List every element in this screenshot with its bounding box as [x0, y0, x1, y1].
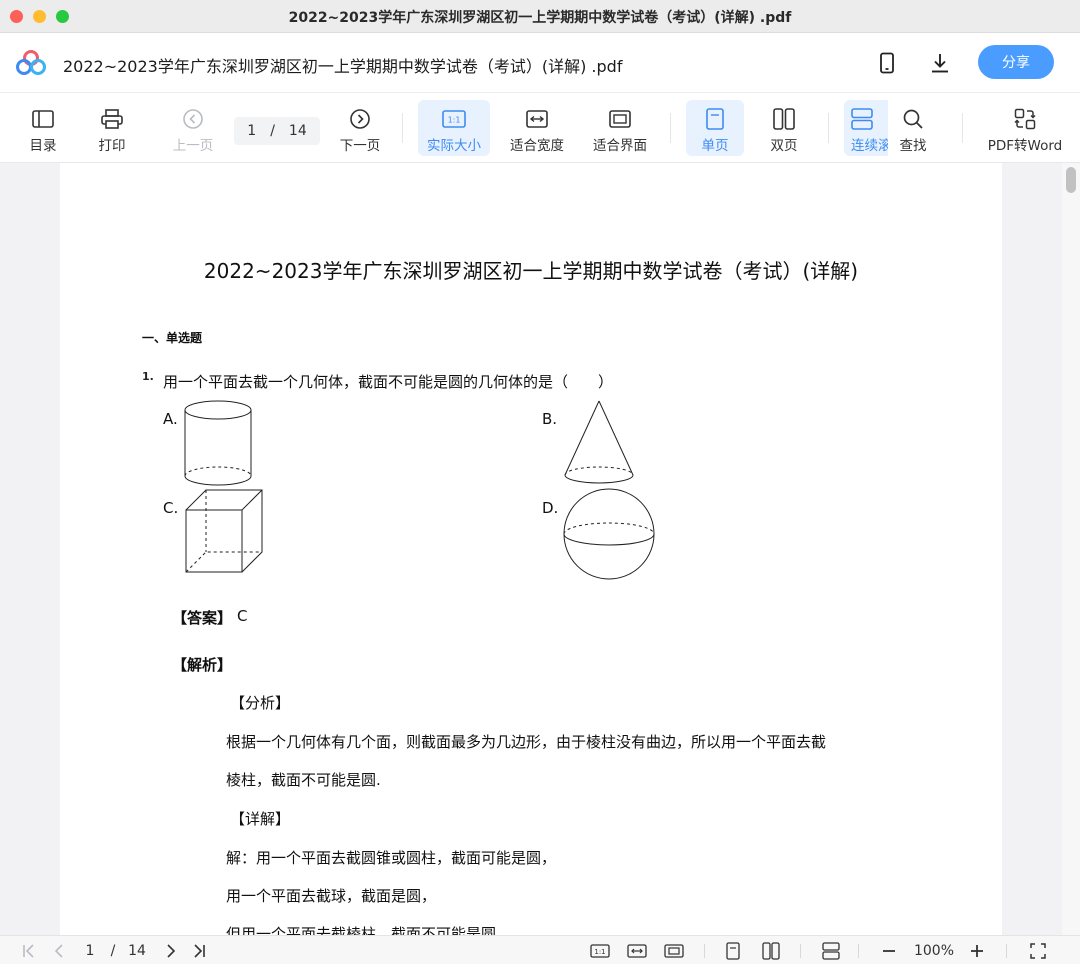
toolbar-divider [962, 113, 963, 143]
toolbar-divider [402, 113, 403, 143]
continuous-scroll-icon [851, 106, 873, 132]
current-page: 1 [247, 123, 257, 139]
print-button[interactable]: 打印 [90, 100, 134, 156]
total-pages: 14 [288, 123, 307, 139]
double-page-icon [773, 106, 795, 132]
find-button[interactable]: 查找 [891, 100, 935, 156]
pdf-title: 2022~2023学年广东深圳罗湖区初一上学期期中数学试卷（考试）(详解) [203, 259, 859, 283]
detail-line-2: 用一个平面去截球，截面是圆， [226, 887, 437, 905]
next-page-button[interactable]: 下一页 [334, 100, 386, 156]
bottom-bar: 1 / 14 1:1 100% [0, 935, 1080, 964]
fullscreen-icon[interactable] [1026, 936, 1050, 964]
fit-page-icon [609, 106, 631, 132]
detail-label: 【详解】 [230, 810, 291, 828]
bottom-divider [800, 944, 801, 958]
option-a-label: A. [163, 410, 178, 428]
app-header: 2022~2023学年广东深圳罗湖区初一上学期期中数学试卷（考试）(详解) .p… [0, 33, 1080, 93]
fenxi-label: 【分析】 [230, 694, 291, 712]
double-page-button[interactable]: 双页 [758, 100, 810, 156]
chevron-right-circle-icon [349, 106, 371, 132]
bottom-divider [704, 944, 705, 958]
fenxi-line-1: 根据一个几何体有几个面，则截面最多为几边形，由于棱柱没有曲边，所以用一个平面去截 [226, 733, 827, 751]
window-title: 2022~2023学年广东深圳罗湖区初一上学期期中数学试卷（考试）(详解) .p… [288, 10, 792, 26]
actual-size-button[interactable]: 1:1 实际大小 [418, 100, 490, 156]
bottom-total-pages: 14 [128, 942, 146, 959]
actual-size-icon-text: 1:1 [448, 116, 461, 125]
printer-icon [101, 106, 123, 132]
cone-figure [564, 400, 634, 484]
analysis-label: 【解析】 [172, 656, 233, 674]
window-titlebar: 2022~2023学年广东深圳罗湖区初一上学期期中数学试卷（考试）(详解) .p… [0, 0, 1080, 33]
pdf-to-word-button[interactable]: PDF转Word [984, 100, 1066, 156]
bottom-actual-size-icon-text: 1:1 [594, 948, 605, 956]
single-page-icon[interactable] [722, 936, 744, 964]
fit-width-button[interactable]: 适合宽度 [504, 100, 570, 156]
page-number-input[interactable]: 1 / 14 [234, 117, 320, 145]
scrollbar-thumb[interactable] [1066, 167, 1076, 193]
next-page-icon[interactable] [160, 936, 182, 964]
single-page-icon [706, 106, 724, 132]
toolbar: 目录 打印 上一页 1 / 14 下一页 1:1 实际大小 适合宽度 适合界面 … [0, 93, 1080, 163]
fit-page-button[interactable]: 适合界面 [587, 100, 653, 156]
share-button[interactable]: 分享 [978, 45, 1054, 79]
single-page-button[interactable]: 单页 [686, 100, 744, 156]
sphere-figure [563, 488, 655, 580]
prev-page-button[interactable]: 上一页 [168, 100, 218, 156]
fit-page-icon[interactable] [662, 936, 686, 964]
download-icon[interactable] [926, 49, 954, 77]
pdf-page: 2022~2023学年广东深圳罗湖区初一上学期期中数学试卷（考试）(详解) 一、… [60, 163, 1002, 935]
detail-line-1: 解：用一个平面去截圆锥或圆柱，截面可能是圆， [226, 849, 557, 867]
answer-value: C [237, 607, 248, 625]
scrollbar-track[interactable] [1062, 163, 1080, 935]
app-logo-icon [16, 50, 46, 76]
continuous-scroll-icon[interactable] [820, 936, 842, 964]
fenxi-line-2: 棱柱，截面不可能是圆. [226, 771, 381, 789]
toolbar-divider [670, 113, 671, 143]
option-d-label: D. [542, 499, 559, 517]
search-icon [902, 106, 924, 132]
page-separator: / [270, 123, 275, 139]
fit-width-icon [526, 106, 548, 132]
toc-icon [32, 106, 54, 132]
zoom-level[interactable]: 100% [908, 936, 960, 964]
cube-figure [185, 489, 263, 573]
option-b-label: B. [542, 410, 558, 428]
detail-line-3: 但用一个平面去截棱柱，截面不可能是圆. [226, 925, 501, 935]
question-text: 用一个平面去截一个几何体，截面不可能是圆的几何体的是（ ） [163, 373, 614, 391]
first-page-icon[interactable] [18, 936, 40, 964]
section-heading: 一、单选题 [142, 331, 203, 345]
bottom-divider [858, 944, 859, 958]
actual-size-icon[interactable]: 1:1 [588, 936, 612, 964]
zoom-in-icon[interactable] [966, 936, 988, 964]
bottom-page-separator: / [110, 942, 116, 959]
double-page-icon[interactable] [760, 936, 782, 964]
zoom-out-icon[interactable] [878, 936, 900, 964]
actual-size-icon: 1:1 [442, 106, 466, 132]
chevron-left-circle-icon [182, 106, 204, 132]
bottom-current-page[interactable]: 1 [80, 936, 100, 964]
bottom-divider [1006, 944, 1007, 958]
document-title: 2022~2023学年广东深圳罗湖区初一上学期期中数学试卷（考试）(详解) .p… [63, 57, 623, 76]
continuous-scroll-button[interactable]: 连续滚 [844, 100, 888, 156]
toolbar-divider [828, 113, 829, 143]
cylinder-figure [184, 400, 252, 486]
prev-page-icon[interactable] [48, 936, 70, 964]
convert-icon [1014, 106, 1036, 132]
toc-button[interactable]: 目录 [22, 100, 64, 156]
document-viewer[interactable]: 2022~2023学年广东深圳罗湖区初一上学期期中数学试卷（考试）(详解) 一、… [0, 163, 1080, 935]
question-number: 1. [142, 370, 154, 383]
fit-width-icon[interactable] [625, 936, 649, 964]
answer-label: 【答案】 [172, 609, 233, 627]
phone-icon[interactable] [873, 49, 901, 77]
last-page-icon[interactable] [188, 936, 210, 964]
option-c-label: C. [163, 499, 179, 517]
